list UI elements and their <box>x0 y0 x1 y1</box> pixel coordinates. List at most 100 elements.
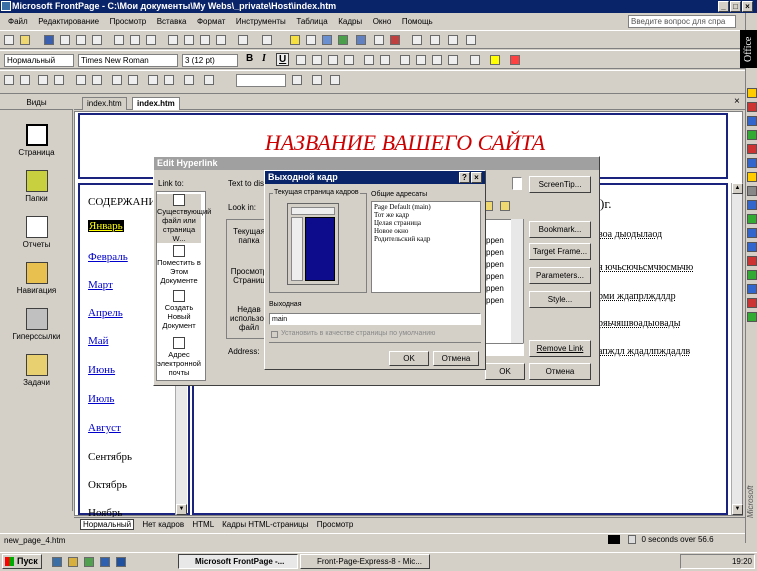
office-app-icon[interactable] <box>747 298 757 308</box>
view-reports[interactable]: Отчеты <box>0 216 73 249</box>
target-setting-input[interactable]: main <box>269 313 481 325</box>
link-new-document[interactable]: Создать Новый Документ <box>157 290 201 330</box>
decrease-font-icon[interactable] <box>380 55 390 65</box>
office-app-icon[interactable] <box>747 172 757 182</box>
highlight-color-icon[interactable] <box>490 55 500 65</box>
quicklaunch-icon[interactable] <box>116 557 126 567</box>
file-item[interactable]: ppen <box>486 296 504 305</box>
screentip-button[interactable]: ScreenTip... <box>529 176 591 193</box>
office-app-icon[interactable] <box>747 200 757 210</box>
increase-font-icon[interactable] <box>364 55 374 65</box>
office-app-icon[interactable] <box>747 242 757 252</box>
close-doc-icon[interactable] <box>466 35 476 45</box>
close-button[interactable]: × <box>742 1 753 12</box>
menu-format[interactable]: Формат <box>197 17 225 26</box>
font-color-icon[interactable] <box>510 55 520 65</box>
center-vertically-icon[interactable] <box>148 75 158 85</box>
menu-view[interactable]: Просмотр <box>110 17 147 26</box>
menu-insert[interactable]: Вставка <box>157 17 187 26</box>
target-item[interactable]: Page Default (main) <box>374 203 431 211</box>
hyperlink-icon[interactable] <box>356 35 366 45</box>
dialog-help-button[interactable]: ? <box>459 172 470 183</box>
publish-icon[interactable] <box>60 35 70 45</box>
menu-file[interactable]: Файл <box>8 17 28 26</box>
month-link[interactable]: Май <box>88 335 109 347</box>
ask-question-input[interactable]: Введите вопрос для спра <box>628 15 736 28</box>
menu-window[interactable]: Окно <box>373 17 392 26</box>
italic-button[interactable]: I <box>262 53 266 64</box>
office-app-icon[interactable] <box>747 158 757 168</box>
target-ok-button[interactable]: OK <box>389 351 429 366</box>
default-checkbox[interactable] <box>271 331 278 338</box>
browse-file-icon[interactable] <box>500 201 510 211</box>
preview-icon[interactable] <box>130 35 140 45</box>
tab-frames-html[interactable]: Кадры HTML-страницы <box>222 520 308 529</box>
office-app-icon[interactable] <box>747 102 757 112</box>
tab-index-2[interactable]: index.htm <box>132 97 180 110</box>
quicklaunch-icon[interactable] <box>100 557 110 567</box>
redo-icon[interactable] <box>262 35 272 45</box>
paste-icon[interactable] <box>200 35 210 45</box>
fill-color-icon[interactable] <box>204 75 214 85</box>
address-input[interactable] <box>484 343 524 356</box>
scroll-up-icon[interactable]: ▲ <box>732 183 743 194</box>
maximize-button[interactable]: □ <box>730 1 741 12</box>
web-component-icon[interactable] <box>290 35 300 45</box>
menu-table[interactable]: Таблица <box>296 17 327 26</box>
target-item[interactable]: Целая страница <box>374 219 421 227</box>
target-cancel-button[interactable]: Отмена <box>433 351 479 366</box>
office-app-icon[interactable] <box>747 88 757 98</box>
office-app-icon[interactable] <box>747 312 757 322</box>
scroll-down-icon[interactable]: ▼ <box>732 504 743 515</box>
office-app-icon[interactable] <box>747 116 757 126</box>
link-place-in-document[interactable]: Поместить в Этом Документе <box>157 245 201 285</box>
size-select[interactable]: 3 (12 pt) <box>182 54 238 67</box>
menu-tools[interactable]: Инструменты <box>236 17 286 26</box>
open-icon[interactable] <box>20 35 30 45</box>
office-app-icon[interactable] <box>747 256 757 266</box>
bookmark-button[interactable]: Bookmark... <box>529 221 591 238</box>
target-frame-button[interactable]: Target Frame... <box>529 243 591 260</box>
borders-icon[interactable] <box>470 55 480 65</box>
insert-table-icon[interactable] <box>306 35 316 45</box>
align-left-icon[interactable] <box>296 55 306 65</box>
draw-table-icon[interactable] <box>4 75 14 85</box>
distribute-rows-icon[interactable] <box>184 75 194 85</box>
target-item[interactable]: Новое окно <box>374 227 408 235</box>
cut-icon[interactable] <box>168 35 178 45</box>
file-item[interactable]: ppen <box>486 260 504 269</box>
folder-icon[interactable] <box>448 35 458 45</box>
scroll-down-icon[interactable]: ▼ <box>176 504 187 515</box>
tab-no-frames[interactable]: Нет кадров <box>142 520 184 529</box>
office-app-icon[interactable] <box>747 144 757 154</box>
save-icon[interactable] <box>44 35 54 45</box>
folder-list-icon[interactable] <box>76 35 86 45</box>
autoformat-icon[interactable] <box>292 75 302 85</box>
view-navigation[interactable]: Навигация <box>0 262 73 295</box>
font-select[interactable]: Times New Roman <box>78 54 178 67</box>
remove-link-button[interactable]: Remove Link <box>529 340 591 357</box>
insert-picture-icon[interactable] <box>322 35 332 45</box>
month-link[interactable]: Апрель <box>88 307 123 319</box>
print-icon[interactable] <box>114 35 124 45</box>
bullets-icon[interactable] <box>416 55 426 65</box>
target-item[interactable]: Тот же кадр <box>374 211 409 219</box>
undo-icon[interactable] <box>238 35 248 45</box>
browsed-pages-button[interactable]: Просмотр Страниц <box>230 267 268 285</box>
ie-quicklaunch-icon[interactable] <box>52 557 62 567</box>
insert-columns-icon[interactable] <box>54 75 64 85</box>
office-app-icon[interactable] <box>747 130 757 140</box>
decrease-indent-icon[interactable] <box>432 55 442 65</box>
view-tasks[interactable]: Задачи <box>0 354 73 387</box>
office-app-icon[interactable] <box>747 214 757 224</box>
style-select[interactable]: Нормальный <box>4 54 74 67</box>
task-word-doc[interactable]: Front-Page-Express-8 - Mic... <box>300 554 430 569</box>
view-page[interactable]: Страница <box>0 124 73 157</box>
target-item[interactable]: Родительский кадр <box>374 235 430 243</box>
format-painter-icon[interactable] <box>216 35 226 45</box>
office-app-icon[interactable] <box>747 186 757 196</box>
bold-button[interactable]: B <box>246 53 253 64</box>
navigation-pane-icon[interactable] <box>92 35 102 45</box>
merge-cells-icon[interactable] <box>92 75 102 85</box>
stop-icon[interactable] <box>390 35 400 45</box>
